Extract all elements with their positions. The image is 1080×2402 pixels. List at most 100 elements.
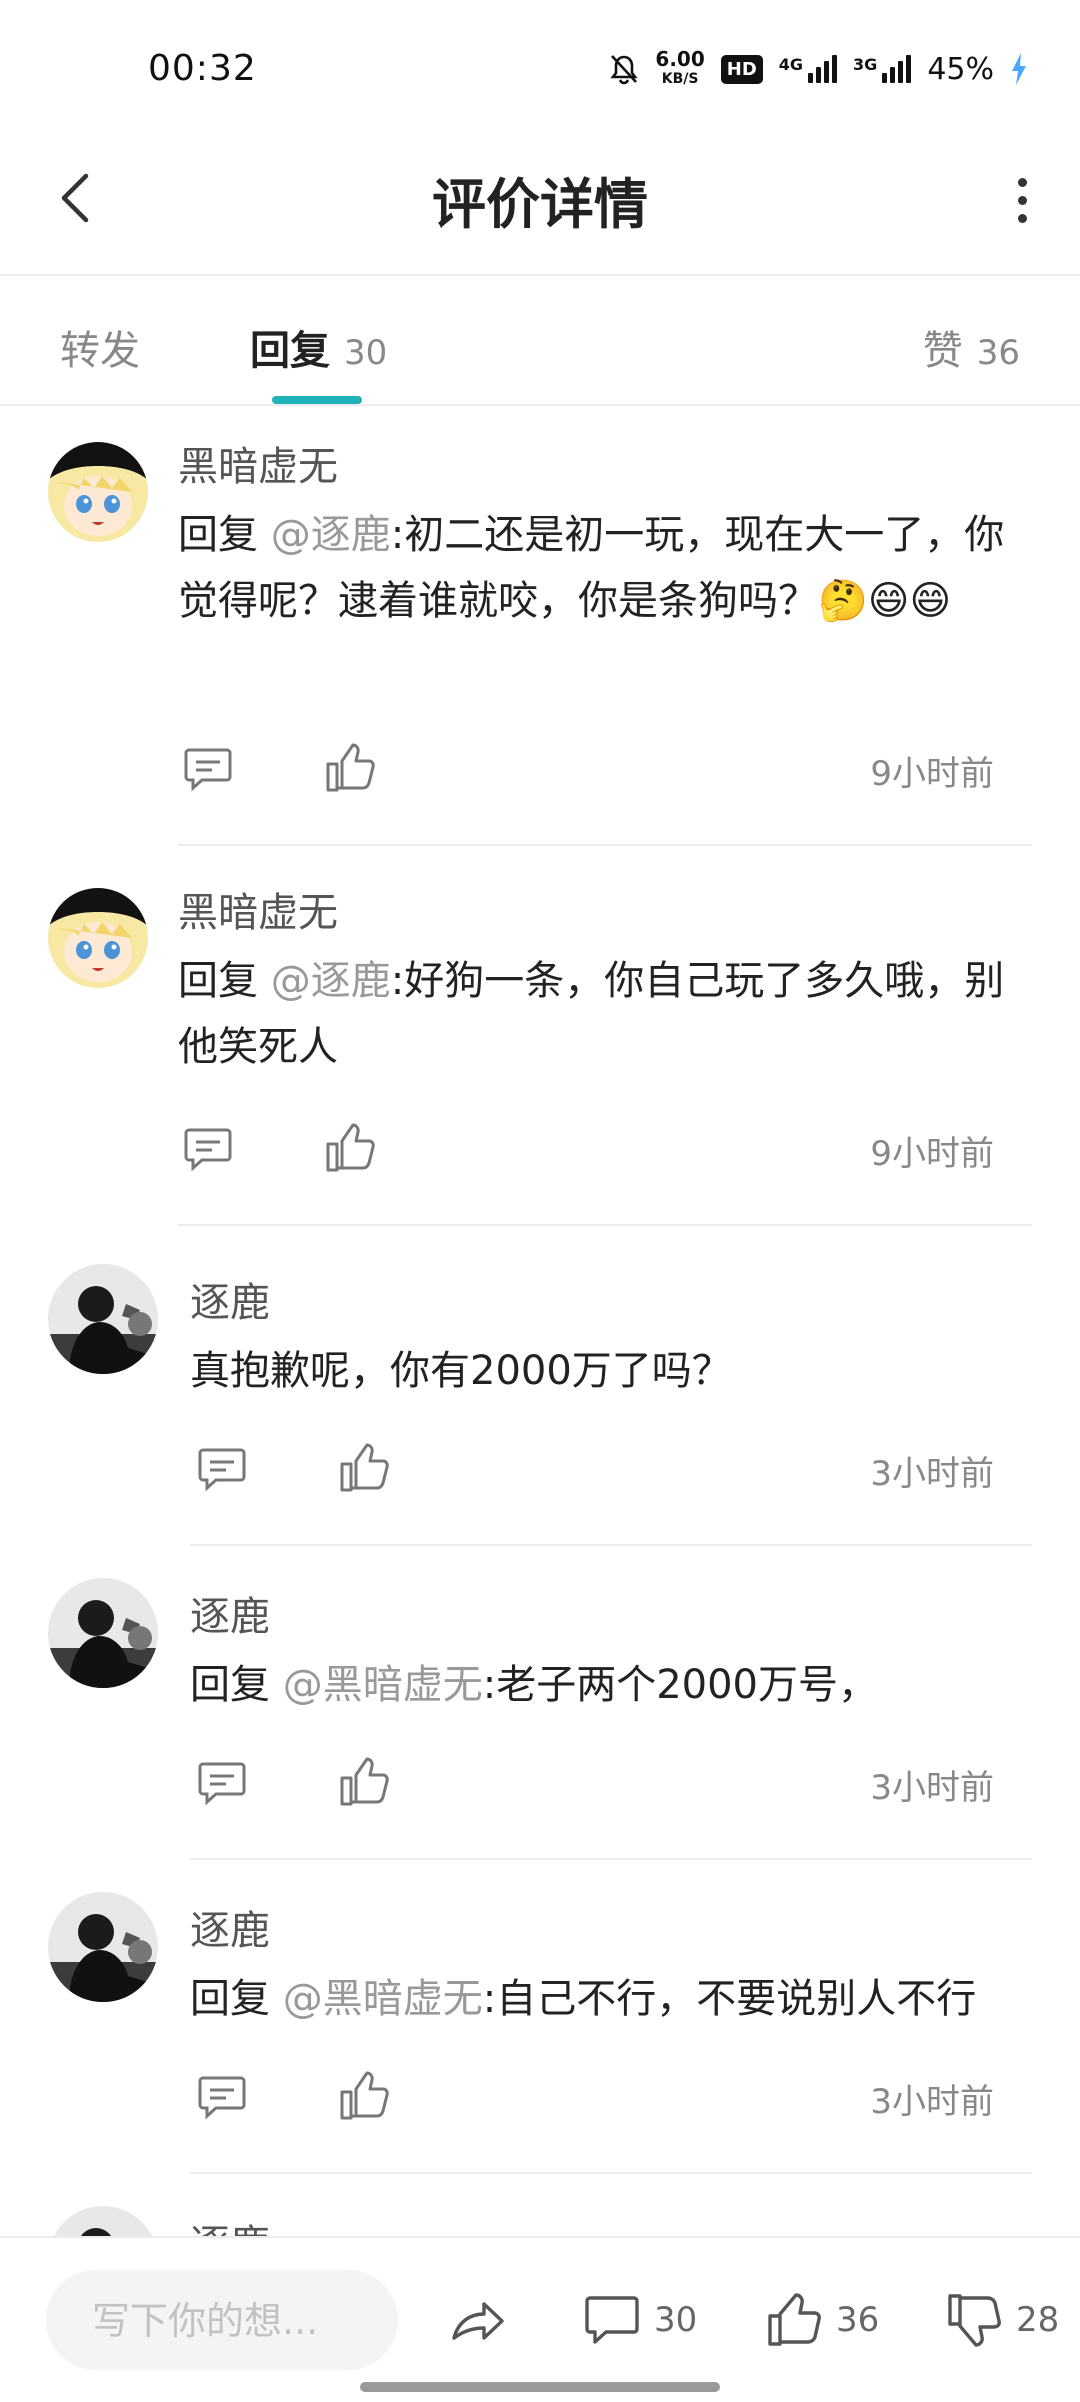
hd-badge: HD <box>720 54 763 84</box>
more-dot <box>1017 213 1027 223</box>
dislike-button[interactable]: 28 <box>946 2280 1059 2360</box>
avatar[interactable] <box>48 1892 158 2002</box>
network-type-1: 4G <box>778 55 804 74</box>
page-title: 评价详情 <box>432 173 648 236</box>
comment-username[interactable]: 逐鹿 <box>190 1584 270 1642</box>
reply-prefix: 回复 <box>190 1662 283 1708</box>
thumbs-up-icon <box>768 2293 821 2346</box>
comment-text: 回复 @逐鹿:初二还是初一玩，现在大一了，你觉得呢？逮着谁就咬，你是条狗吗？🤔😄… <box>178 502 1018 634</box>
like-icon[interactable] <box>338 1442 390 1494</box>
share-button[interactable] <box>448 2280 508 2360</box>
speed-value: 6.00 <box>655 47 705 71</box>
divider <box>178 1224 1032 1226</box>
comment-time: 3小时前 <box>870 1454 994 1494</box>
mention-link[interactable]: @逐鹿 <box>271 958 391 1004</box>
tab-bar: 转发 回复 30 赞 36 <box>0 276 1080 406</box>
comment-actions: 9小时前 <box>182 742 1042 802</box>
comment-text: 回复 @黑暗虚无:老子两个2000万号， <box>190 1652 1030 1718</box>
comment-body: :老子两个2000万号， <box>482 1662 878 1708</box>
comment-time: 3小时前 <box>870 1768 994 1808</box>
comment-time: 3小时前 <box>870 2082 994 2122</box>
comment-list[interactable]: 黑暗虚无 回复 @逐鹿:初二还是初一玩，现在大一了，你觉得呢？逮着谁就咬，你是条… <box>0 406 1080 2236</box>
divider <box>190 1858 1032 1860</box>
avatar-rider-icon <box>48 1892 158 2002</box>
comment-time: 9小时前 <box>870 1134 994 1174</box>
tab-forward[interactable]: 转发 <box>60 318 140 376</box>
battery-level: 45% <box>927 51 994 87</box>
thumbs-down-icon <box>948 2294 1001 2347</box>
tab-count: 30 <box>344 333 388 373</box>
network-speed: 6.00 KB/S <box>655 49 704 89</box>
like-icon[interactable] <box>338 2070 390 2122</box>
avatar-anime-icon <box>48 442 148 542</box>
divider <box>190 1544 1032 1546</box>
avatar-anime-icon <box>48 888 148 988</box>
avatar-rider-icon <box>48 1264 158 1374</box>
more-options-button[interactable] <box>992 160 1052 240</box>
comment-username[interactable]: 黑暗虚无 <box>178 880 338 938</box>
more-dot <box>1017 195 1027 205</box>
bell-mute-icon <box>610 55 639 85</box>
like-button[interactable]: 36 <box>766 2280 879 2360</box>
reply-icon[interactable] <box>196 1442 248 1494</box>
reply-icon[interactable] <box>182 742 234 794</box>
comment-input[interactable] <box>90 2270 394 2372</box>
like-icon[interactable] <box>338 1756 390 1808</box>
avatar-rider-icon <box>48 2206 158 2236</box>
avatar[interactable] <box>48 442 148 542</box>
mention-link[interactable]: @黑暗虚无 <box>283 1976 483 2022</box>
reply-prefix: 回复 <box>190 1976 283 2022</box>
avatar-rider-icon <box>48 1578 158 1688</box>
speed-unit: KB/S <box>661 71 699 87</box>
tab-replies[interactable]: 回复 30 <box>250 318 387 376</box>
reply-icon[interactable] <box>196 1756 248 1808</box>
comment-username[interactable]: 逐鹿 <box>190 1898 270 1956</box>
comment-input-container[interactable] <box>46 2270 398 2372</box>
tab-count: 36 <box>976 333 1020 373</box>
like-icon[interactable] <box>324 742 376 794</box>
comment-username[interactable]: 逐鹿 <box>190 2212 270 2236</box>
mention-link[interactable]: @逐鹿 <box>271 512 391 558</box>
status-icons: 6.00 KB/S HD 4G 3G 45% <box>609 44 1028 94</box>
comment-username[interactable]: 黑暗虚无 <box>178 434 338 492</box>
reply-prefix: 回复 <box>178 512 271 558</box>
comment-actions: 3小时前 <box>196 1756 1042 1816</box>
like-icon[interactable] <box>324 1122 376 1174</box>
home-indicator[interactable] <box>360 2382 720 2392</box>
reply-icon[interactable] <box>196 2070 248 2122</box>
comment-actions: 3小时前 <box>196 2070 1042 2130</box>
avatar[interactable] <box>48 1264 158 1374</box>
comment-time: 9小时前 <box>870 754 994 794</box>
comment-body: 真抱歉呢，你有2000万了吗？ <box>190 1348 732 1394</box>
comment-text: 真抱歉呢，你有2000万了吗？ <box>190 1338 1030 1404</box>
comment-username[interactable]: 逐鹿 <box>190 1270 270 1328</box>
share-icon <box>452 2302 504 2340</box>
tab-likes[interactable]: 赞 36 <box>923 318 1020 376</box>
signal-icon: 4G <box>778 55 838 83</box>
reply-icon[interactable] <box>182 1122 234 1174</box>
avatar[interactable] <box>48 2206 158 2236</box>
comment-actions: 3小时前 <box>196 1442 1042 1502</box>
tab-label: 回复 <box>250 328 330 374</box>
status-bar: 00:32 6.00 KB/S HD 4G 3G 45% <box>0 0 1080 130</box>
avatar[interactable] <box>48 888 148 988</box>
active-tab-indicator <box>272 396 362 404</box>
comment-text: 回复 @逐鹿:好狗一条，你自己玩了多久哦，别他笑死人 <box>178 948 1018 1080</box>
tab-label: 转发 <box>60 328 140 374</box>
signal-icon-2: 3G <box>853 55 912 83</box>
bottom-bar: 30 36 28 <box>0 2236 1080 2402</box>
status-time: 00:32 <box>148 48 257 89</box>
comment-button[interactable]: 30 <box>584 2280 697 2360</box>
like-count: 36 <box>836 2300 880 2340</box>
comment-icon <box>585 2296 639 2344</box>
comment-actions: 9小时前 <box>182 1122 1042 1182</box>
avatar[interactable] <box>48 1578 158 1688</box>
more-dots-icon <box>1017 177 1027 187</box>
tab-label: 赞 <box>922 328 963 374</box>
mention-link[interactable]: @黑暗虚无 <box>283 1662 483 1708</box>
reply-prefix: 回复 <box>178 958 271 1004</box>
divider <box>190 2172 1032 2174</box>
battery-charging-icon <box>1012 53 1026 85</box>
divider <box>178 844 1032 846</box>
comment-body: :自己不行，不要说别人不行 <box>482 1976 977 2022</box>
